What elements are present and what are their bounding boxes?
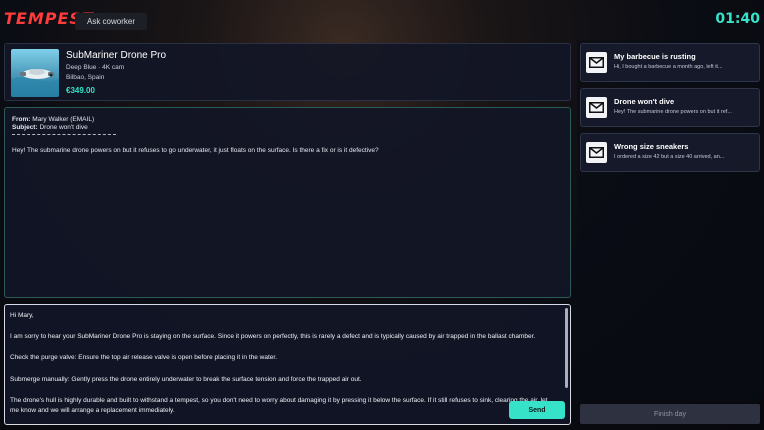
header-divider	[12, 133, 116, 135]
product-card: SubMariner Drone Pro Deep Blue · 4K cam …	[4, 43, 571, 101]
reply-paragraph: I am sorry to hear your SubMariner Drone…	[10, 333, 536, 341]
finish-day-button[interactable]: Finish day	[580, 404, 760, 424]
email-panel: From: Mary Walker (EMAIL) Subject: Drone…	[4, 107, 571, 298]
ticket-item[interactable]: Wrong size sneakers I ordered a size 42 …	[580, 133, 760, 172]
ask-coworker-button[interactable]: Ask coworker	[75, 13, 147, 30]
email-subject-line: Subject: Drone won't dive	[12, 124, 563, 132]
ticket-title: My barbecue is rusting	[614, 52, 696, 61]
email-content: From: Mary Walker (EMAIL) Subject: Drone…	[12, 116, 563, 155]
product-location: Bilbao, Spain	[66, 74, 105, 81]
product-price: €349.00	[66, 86, 95, 95]
email-from-label: From:	[12, 116, 31, 123]
mail-icon	[586, 52, 607, 73]
reply-scrollbar[interactable]	[565, 308, 568, 388]
ticket-preview: Hey! The submarine drone powers on but i…	[614, 109, 732, 115]
email-from-line: From: Mary Walker (EMAIL)	[12, 116, 563, 124]
reply-paragraph: Submerge manually: Gently press the dron…	[10, 375, 362, 383]
ticket-item[interactable]: My barbecue is rusting Hi, I bought a ba…	[580, 43, 760, 82]
reply-paragraph: Check the purge valve: Ensure the top ai…	[10, 354, 278, 362]
mail-icon	[586, 97, 607, 118]
reply-editor[interactable]: Hi Mary, I am sorry to hear your SubMari…	[4, 304, 571, 425]
drone-product-image	[11, 49, 59, 97]
reply-paragraph: The drone's hull is highly durable and b…	[10, 396, 548, 415]
product-name: SubMariner Drone Pro	[66, 50, 167, 61]
ticket-item[interactable]: Drone won't dive Hey! The submarine dron…	[580, 88, 760, 127]
countdown-timer: 01:40	[715, 11, 760, 27]
email-from-value: Mary Walker (EMAIL)	[32, 116, 95, 123]
ticket-preview: I ordered a size 42 but a size 40 arrive…	[614, 154, 725, 160]
email-subject-label: Subject:	[12, 124, 38, 131]
ticket-title: Wrong size sneakers	[614, 142, 689, 151]
ticket-preview: Hi, I bought a barbecue a month ago, lef…	[614, 64, 723, 70]
email-subject-value: Drone won't dive	[39, 124, 88, 131]
email-body-text: Hey! The submarine drone powers on but i…	[12, 147, 379, 154]
product-variant: Deep Blue · 4K cam	[66, 64, 125, 71]
mail-icon	[586, 142, 607, 163]
send-button[interactable]: Send	[509, 401, 565, 419]
reply-text[interactable]: Hi Mary, I am sorry to hear your SubMari…	[10, 311, 555, 424]
reply-paragraph: Hi Mary,	[10, 312, 34, 319]
ticket-title: Drone won't dive	[614, 97, 675, 106]
top-bar: TEMPEST Ask coworker 01:40	[0, 0, 764, 40]
